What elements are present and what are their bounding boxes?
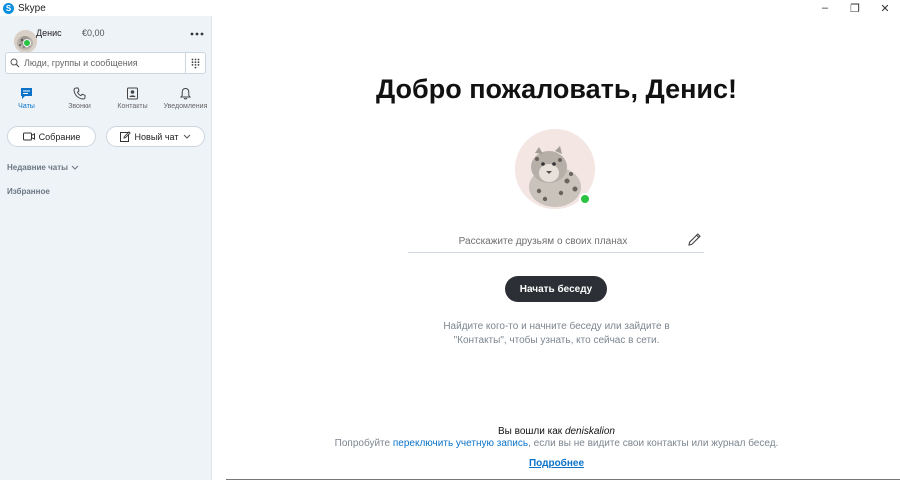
title-bar: S Skype – ❐ ✕: [0, 0, 900, 16]
hint-text: Найдите кого-то и начните беседу или зай…: [213, 320, 900, 348]
new-chat-button[interactable]: Новый чат: [106, 126, 205, 147]
switch-account-text: Попробуйте переключить учетную запись, е…: [213, 438, 900, 449]
tab-contacts-label: Контакты: [117, 103, 148, 110]
switch-suffix: , если вы не видите свои контакты или жу…: [528, 438, 779, 449]
tab-notifications-label: Уведомления: [163, 103, 208, 110]
online-status-icon: [23, 39, 31, 47]
more-options-button[interactable]: [190, 24, 204, 38]
dialpad-button[interactable]: [185, 53, 205, 73]
balance[interactable]: €0,00: [82, 28, 105, 38]
chat-icon: [20, 84, 33, 102]
tab-chats-label: Чаты: [18, 103, 35, 110]
learn-more-link[interactable]: Подробнее: [213, 458, 900, 469]
video-camera-icon: [22, 132, 35, 141]
restore-button[interactable]: ❐: [840, 0, 870, 16]
hint-line-2: "Контакты", чтобы узнать, кто сейчас в с…: [453, 335, 660, 346]
mood-input[interactable]: [408, 232, 678, 250]
meeting-label: Собрание: [38, 131, 81, 142]
search-input[interactable]: [24, 58, 184, 68]
phone-icon: [73, 84, 86, 102]
signed-in-prefix: Вы вошли как: [498, 426, 563, 437]
signed-in-username: deniskalion: [564, 426, 615, 437]
search-box[interactable]: [5, 52, 206, 74]
dialpad-icon: [191, 58, 200, 68]
tab-notifications[interactable]: Уведомления: [159, 84, 212, 118]
tab-chats[interactable]: Чаты: [0, 84, 53, 118]
switch-prefix: Попробуйте: [334, 438, 391, 449]
tab-calls[interactable]: Звонки: [53, 84, 106, 118]
profile-row: Денис €0,00: [0, 16, 212, 53]
large-avatar[interactable]: [515, 129, 595, 209]
tab-calls-label: Звонки: [68, 103, 91, 110]
welcome-heading: Добро пожаловать, Денис!: [375, 74, 738, 104]
chevron-down-icon: [71, 165, 79, 170]
chevron-down-icon: [183, 134, 191, 139]
search-icon: [6, 53, 24, 73]
close-button[interactable]: ✕: [870, 0, 900, 16]
window-title: Skype: [18, 2, 46, 14]
sidebar: Денис €0,00 Чаты: [0, 16, 212, 480]
bell-icon: [179, 84, 192, 102]
more-dots-icon: [190, 32, 204, 36]
recent-chats-toggle[interactable]: Недавние чаты: [7, 163, 79, 172]
recent-chats-label: Недавние чаты: [7, 163, 68, 172]
main-panel: Добро пожаловать, Денис! Расскажите друз…: [213, 16, 900, 480]
start-conversation-button[interactable]: Начать беседу: [505, 276, 607, 302]
favorites-label[interactable]: Избранное: [7, 187, 50, 196]
action-row: Собрание Новый чат: [7, 126, 205, 148]
signed-in-as: Вы вошли как deniskalion: [213, 426, 900, 437]
contacts-icon: [126, 84, 139, 102]
online-status-icon: [579, 193, 591, 205]
compose-icon: [119, 131, 131, 142]
minimize-button[interactable]: –: [810, 0, 840, 16]
nav-tabs: Чаты Звонки Контакты Уведомления: [0, 84, 212, 118]
pencil-icon[interactable]: [687, 232, 702, 252]
skype-logo-icon: S: [3, 2, 14, 14]
profile-name[interactable]: Денис: [36, 28, 62, 38]
switch-account-link[interactable]: переключить учетную запись: [393, 438, 528, 449]
tab-contacts[interactable]: Контакты: [106, 84, 159, 118]
new-chat-label: Новый чат: [134, 131, 179, 142]
meeting-button[interactable]: Собрание: [7, 126, 96, 147]
window-controls: – ❐ ✕: [810, 0, 900, 16]
mood-message-field[interactable]: [408, 230, 704, 253]
hint-line-1: Найдите кого-то и начните беседу или зай…: [443, 321, 670, 332]
profile-avatar[interactable]: [7, 23, 37, 53]
